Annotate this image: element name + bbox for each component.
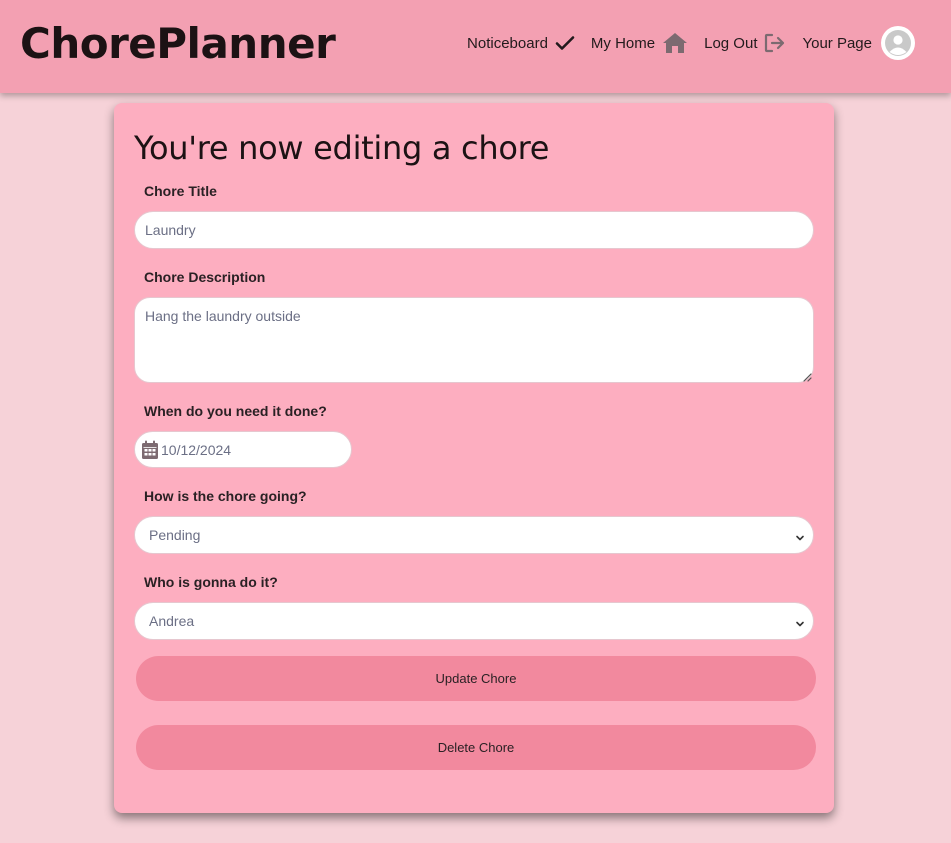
- chore-description-textarea[interactable]: Hang the laundry outside: [134, 297, 814, 383]
- status-label: How is the chore going?: [144, 488, 307, 504]
- checkmark-icon: [555, 35, 575, 51]
- assignee-selected-value: Andrea: [149, 613, 195, 629]
- nav-log-out-label: Log Out: [704, 34, 758, 52]
- app-logo[interactable]: ChorePlanner: [20, 18, 336, 70]
- home-icon: [662, 32, 688, 54]
- chore-title-label: Chore Title: [144, 183, 217, 199]
- due-date-value: 10/12/2024: [161, 441, 232, 458]
- due-date-label: When do you need it done?: [144, 403, 327, 419]
- top-navbar: ChorePlanner Noticeboard My Home Log Out: [0, 0, 951, 93]
- chevron-down-icon: [795, 616, 805, 632]
- nav-my-home-label: My Home: [590, 34, 656, 52]
- delete-chore-button[interactable]: Delete Chore: [136, 725, 816, 770]
- nav-my-home[interactable]: My Home: [591, 32, 688, 54]
- status-select[interactable]: Pending: [134, 516, 814, 554]
- status-selected-value: Pending: [149, 527, 201, 543]
- resize-handle-icon[interactable]: [802, 369, 812, 382]
- nav-menu: Noticeboard My Home Log Out Your Page: [467, 25, 915, 61]
- logout-icon: [764, 33, 786, 53]
- page-title: You're now editing a chore: [134, 129, 550, 167]
- chevron-down-icon: [795, 530, 805, 546]
- assignee-label: Who is gonna do it?: [144, 574, 278, 590]
- calendar-icon[interactable]: [141, 440, 159, 460]
- nav-log-out[interactable]: Log Out: [704, 33, 786, 53]
- nav-noticeboard[interactable]: Noticeboard: [467, 35, 575, 52]
- chore-description-label: Chore Description: [144, 269, 266, 285]
- user-avatar-icon: [881, 26, 915, 60]
- nav-noticeboard-label: Noticeboard: [467, 34, 548, 52]
- nav-your-page[interactable]: Your Page: [802, 26, 915, 60]
- chore-title-input[interactable]: [134, 211, 814, 249]
- edit-chore-card: You're now editing a chore Chore Title C…: [114, 103, 834, 813]
- due-date-input[interactable]: 10/12/2024: [134, 431, 352, 468]
- update-chore-button[interactable]: Update Chore: [136, 656, 816, 701]
- nav-your-page-label: Your Page: [802, 34, 872, 52]
- assignee-select[interactable]: Andrea: [134, 602, 814, 640]
